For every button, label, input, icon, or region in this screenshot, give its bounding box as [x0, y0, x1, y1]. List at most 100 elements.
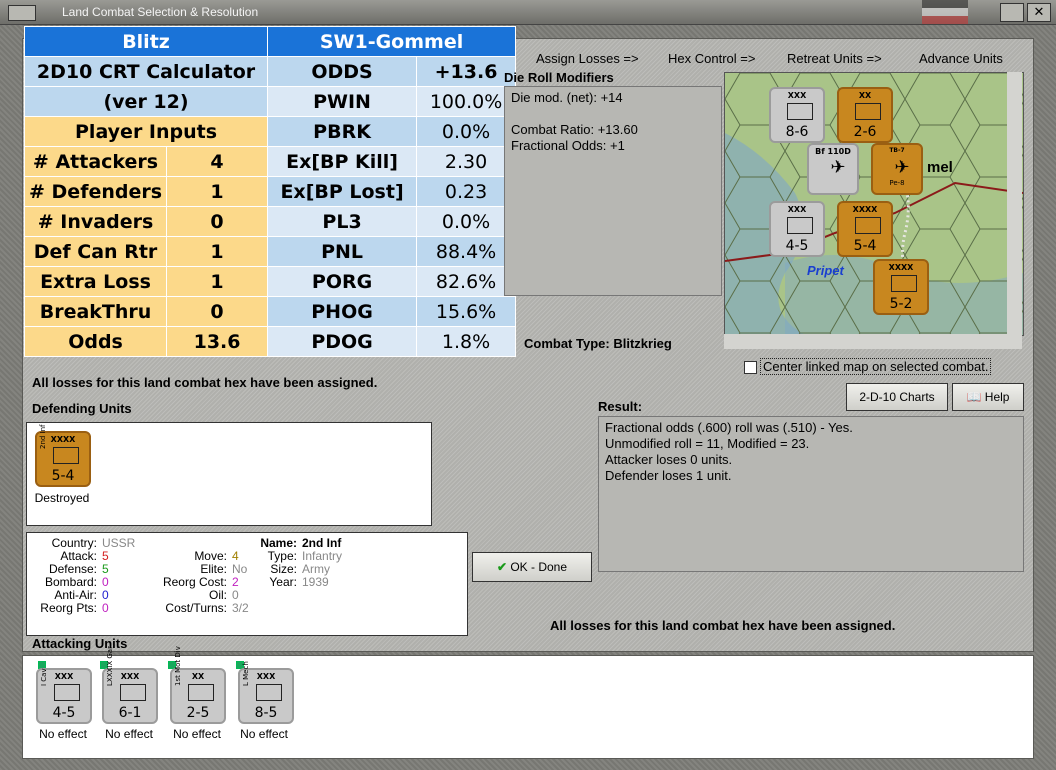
infantry-icon — [855, 103, 881, 120]
stat-value: 15.6% — [416, 296, 517, 327]
air-unit-counter[interactable]: TB-7 ✈ Pe-8 — [871, 143, 923, 195]
close-button[interactable]: ✕ — [1027, 3, 1051, 22]
defending-units-list: XXXX 2nd Inf 5-4 Destroyed — [26, 422, 432, 526]
calc-title: 2D10 CRT Calculator — [23, 56, 269, 87]
die-roll-title: Die Roll Modifiers — [504, 70, 614, 85]
crt-header-left: Blitz — [23, 26, 269, 57]
attacking-unit[interactable]: XX 1st Mot Div 2-5 — [170, 646, 226, 724]
combat-type-value: Blitzkrieg — [613, 336, 672, 351]
stat-value: 2.30 — [416, 146, 517, 177]
stat-value: +13.6 — [416, 56, 517, 87]
fractional-odds: Fractional Odds: +1 — [511, 138, 625, 153]
defending-unit[interactable]: XXXX 2nd Inf 5-4 — [35, 424, 91, 487]
map-counter[interactable]: XXX 4-5 — [769, 201, 825, 257]
input-value: 13.6 — [166, 326, 269, 357]
input-value: 4 — [166, 146, 269, 177]
air-unit-counter[interactable]: Bf 110D ✈ — [807, 143, 859, 195]
help-button[interactable]: 📖 Help — [952, 383, 1024, 411]
stat-label: PHOG — [267, 296, 418, 327]
input-label: Def Can Rtr — [23, 236, 168, 267]
mech-icon — [891, 275, 917, 292]
input-label: # Defenders — [23, 176, 168, 207]
input-value: 1 — [166, 176, 269, 207]
attacking-unit[interactable]: XXX I Cav 4-5 — [36, 668, 92, 724]
die-roll-box — [504, 86, 722, 296]
die-mod-net: Die mod. (net): +14 — [511, 90, 623, 105]
input-value: 0 — [166, 206, 269, 237]
advance-units-step[interactable]: Advance Units — [919, 51, 1003, 66]
losses-assigned-message: All losses for this land combat hex have… — [32, 375, 378, 390]
player-inputs-header: Player Inputs — [23, 116, 269, 147]
combat-map[interactable]: XXX 8-6 XX 2-6 Bf 110D ✈ TB-7 ✈ Pe-8 mel… — [724, 72, 1024, 336]
charts-button[interactable]: 2-D-10 Charts — [846, 383, 948, 411]
stat-label: Ex[BP Kill] — [267, 146, 418, 177]
stat-value: 0.0% — [416, 206, 517, 237]
map-counter-selected[interactable]: XXXX 5-4 — [837, 201, 893, 257]
crt-header-right: SW1-Gommel — [267, 26, 517, 57]
unit-status: No effect — [39, 727, 87, 741]
result-line: Defender loses 1 unit. — [605, 468, 732, 483]
stat-value: 100.0% — [416, 86, 517, 117]
unit-status: No effect — [173, 727, 221, 741]
map-counter[interactable]: XXXX 5-2 — [873, 259, 929, 315]
assign-losses-step[interactable]: Assign Losses => — [536, 51, 639, 66]
retreat-units-step[interactable]: Retreat Units => — [787, 51, 882, 66]
armor-icon — [787, 103, 813, 120]
city-label: mel — [927, 159, 953, 176]
stat-label: ODDS — [267, 56, 418, 87]
map-vertical-scrollbar[interactable] — [1007, 72, 1022, 334]
stat-value: 1.8% — [416, 326, 517, 357]
book-icon: 📖 — [966, 390, 982, 404]
garrison-icon — [120, 684, 146, 701]
cavalry-icon — [787, 217, 813, 234]
mech-icon — [256, 684, 282, 701]
stat-label: PBRK — [267, 116, 418, 147]
calc-version: (ver 12) — [23, 86, 269, 117]
infantry-icon — [53, 447, 79, 464]
stat-label: PORG — [267, 266, 418, 297]
system-menu-button[interactable] — [8, 5, 36, 21]
input-label: Extra Loss — [23, 266, 168, 297]
attacking-unit[interactable]: XXX LXXXIX Gar 6-1 — [102, 646, 158, 724]
combat-type-label: Combat Type: — [524, 336, 610, 351]
map-horizontal-scrollbar[interactable] — [724, 334, 1022, 349]
ok-done-button[interactable]: ✔ OK - Done — [472, 552, 592, 582]
infantry-icon — [855, 217, 881, 234]
hex-control-step[interactable]: Hex Control => — [668, 51, 755, 66]
window-title: Land Combat Selection & Resolution — [62, 5, 259, 19]
cavalry-icon — [54, 684, 80, 701]
input-label: BreakThru — [23, 296, 168, 327]
maximize-button[interactable] — [1000, 3, 1024, 22]
attacking-unit[interactable]: XXX L Mech 8-5 — [238, 661, 294, 724]
combat-type: Combat Type: Blitzkrieg — [524, 336, 672, 351]
ok-label: OK - Done — [510, 560, 568, 574]
flag-icon — [922, 0, 968, 24]
stat-value: 82.6% — [416, 266, 517, 297]
unit-status: No effect — [240, 727, 288, 741]
map-counter[interactable]: XXX 8-6 — [769, 87, 825, 143]
input-value: 1 — [166, 236, 269, 267]
input-label: Odds — [23, 326, 168, 357]
input-value: 1 — [166, 266, 269, 297]
stat-label: PWIN — [267, 86, 418, 117]
stat-value: 0.23 — [416, 176, 517, 207]
stat-value: 0.0% — [416, 116, 517, 147]
center-map-label[interactable]: Center linked map on selected combat. — [760, 358, 992, 375]
stat-label: PDOG — [267, 326, 418, 357]
stat-value: 88.4% — [416, 236, 517, 267]
crt-calculator-table: Blitz SW1-Gommel 2D10 CRT Calculator ODD… — [23, 26, 517, 357]
center-map-checkbox[interactable] — [744, 361, 757, 374]
result-line: Unmodified roll = 11, Modified = 23. — [605, 436, 810, 451]
map-counter[interactable]: XX 2-6 — [837, 87, 893, 143]
motorized-infantry-icon — [188, 684, 214, 701]
unit-info-panel: Country: USSR Attack: 5 Defense: 5 Bomba… — [26, 532, 468, 636]
unit-status: No effect — [105, 727, 153, 741]
help-label: Help — [984, 390, 1010, 404]
input-label: # Invaders — [23, 206, 168, 237]
checkmark-icon: ✔ — [496, 560, 507, 574]
input-label: # Attackers — [23, 146, 168, 177]
unit-status: Destroyed — [34, 491, 90, 505]
losses-assigned-message: All losses for this land combat hex have… — [550, 618, 896, 633]
result-line: Fractional odds (.600) roll was (.510) -… — [605, 420, 853, 435]
input-value: 0 — [166, 296, 269, 327]
